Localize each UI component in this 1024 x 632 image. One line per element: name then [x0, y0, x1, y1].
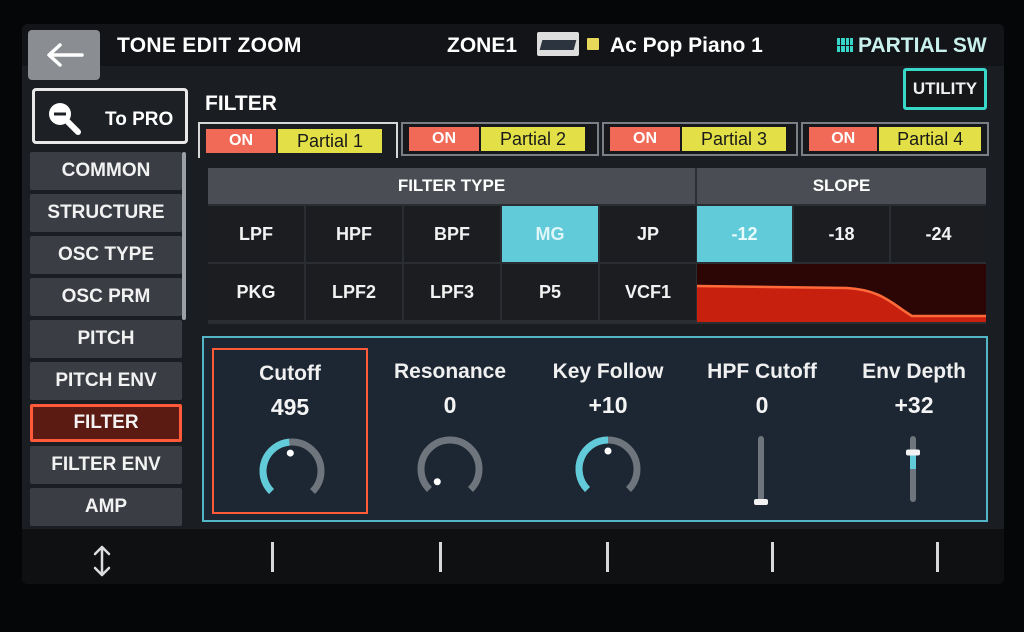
- partial-2-on[interactable]: ON: [409, 127, 479, 151]
- resonance-label: Resonance: [393, 360, 507, 383]
- slope-minus-24[interactable]: -24: [891, 206, 986, 262]
- back-button[interactable]: [28, 30, 100, 80]
- section-title: FILTER: [205, 92, 277, 115]
- encoder-marker-2: [439, 542, 442, 572]
- knob-pointer: [433, 478, 441, 486]
- header-bar: TONE EDIT ZOOM ZONE1 Ac Pop Piano 1 PART…: [22, 24, 1004, 66]
- hpf-cutoff-control[interactable]: HPF Cutoff 0: [684, 348, 840, 514]
- knob-pointer: [604, 447, 612, 455]
- resonance-knob[interactable]: [415, 434, 485, 504]
- slope-minus-12[interactable]: -12: [697, 206, 792, 262]
- cutoff-label: Cutoff: [259, 362, 321, 385]
- partial-1-on[interactable]: ON: [206, 129, 276, 153]
- filter-response-curve: [696, 264, 986, 322]
- env-depth-value: +32: [894, 392, 934, 418]
- encoder-marker-3: [606, 542, 609, 572]
- slope-header: SLOPE: [697, 168, 986, 204]
- cutoff-value: 495: [270, 394, 310, 420]
- partial-tab-1[interactable]: ON Partial 1: [198, 122, 398, 158]
- partial-tab-3[interactable]: ON Partial 3: [602, 122, 798, 156]
- filter-type-mg[interactable]: MG: [502, 206, 598, 262]
- parameter-panel: Cutoff 495 Resonance 0 Key Follow +10 HP…: [202, 336, 988, 522]
- to-pro-label: To PRO: [105, 109, 174, 130]
- to-pro-button[interactable]: To PRO: [32, 88, 188, 144]
- zoom-out-icon: [49, 103, 81, 135]
- sidebar-scrollbar[interactable]: [182, 152, 186, 320]
- sidebar-nav: COMMON STRUCTURE OSC TYPE OSC PRM PITCH …: [30, 152, 182, 530]
- filter-type-panel: FILTER TYPE SLOPE LPF HPF BPF MG JP PKG …: [208, 168, 986, 324]
- tone-category-icon: [537, 32, 579, 56]
- bottom-bar: [22, 529, 1004, 584]
- sidebar-item-osc-type[interactable]: OSC TYPE: [30, 236, 182, 274]
- filter-type-header: FILTER TYPE: [208, 168, 695, 204]
- scroll-updown-icon[interactable]: [92, 544, 112, 578]
- tone-bank-badge: [587, 38, 599, 50]
- hpf-cutoff-slider[interactable]: [754, 432, 768, 510]
- filter-type-lpf3[interactable]: LPF3: [404, 264, 500, 320]
- sidebar-item-filter-env[interactable]: FILTER ENV: [30, 446, 182, 484]
- sidebar-item-common[interactable]: COMMON: [30, 152, 182, 190]
- tone-name[interactable]: Ac Pop Piano 1: [610, 34, 763, 58]
- partial-tab-2[interactable]: ON Partial 2: [401, 122, 599, 156]
- key-follow-knob[interactable]: [573, 434, 643, 504]
- partial-sw-label[interactable]: PARTIAL SW: [858, 34, 987, 58]
- slope-minus-18[interactable]: -18: [794, 206, 889, 262]
- filter-type-hpf[interactable]: HPF: [306, 206, 402, 262]
- sidebar-item-filter[interactable]: FILTER: [30, 404, 182, 442]
- partial-4-name: Partial 4: [879, 127, 981, 151]
- env-depth-slider[interactable]: [906, 432, 920, 510]
- env-depth-control[interactable]: Env Depth +32: [836, 348, 992, 514]
- env-depth-label: Env Depth: [862, 360, 966, 383]
- encoder-marker-5: [936, 542, 939, 572]
- filter-type-lpf[interactable]: LPF: [208, 206, 304, 262]
- partial-1-name: Partial 1: [278, 129, 382, 153]
- resonance-value: 0: [443, 392, 457, 418]
- sidebar-item-pitch[interactable]: PITCH: [30, 320, 182, 358]
- encoder-marker-1: [271, 542, 274, 572]
- sidebar-item-amp[interactable]: AMP: [30, 488, 182, 526]
- sidebar-item-osc-prm[interactable]: OSC PRM: [30, 278, 182, 316]
- partial-2-name: Partial 2: [481, 127, 585, 151]
- slider-handle: [906, 449, 920, 456]
- partial-3-name: Partial 3: [682, 127, 786, 151]
- slider-handle: [754, 499, 768, 505]
- filter-type-bpf[interactable]: BPF: [404, 206, 500, 262]
- knob-pointer: [286, 449, 294, 457]
- partial-grid-icon: [837, 38, 853, 52]
- filter-type-p5[interactable]: P5: [502, 264, 598, 320]
- key-follow-control[interactable]: Key Follow +10: [530, 348, 686, 514]
- utility-button[interactable]: UTILITY: [903, 68, 987, 110]
- cutoff-control[interactable]: Cutoff 495: [212, 348, 368, 514]
- filter-type-pkg[interactable]: PKG: [208, 264, 304, 320]
- partial-4-on[interactable]: ON: [809, 127, 878, 151]
- zone-label: ZONE1: [447, 34, 518, 57]
- knob-level-arc: [259, 438, 290, 494]
- encoder-marker-4: [771, 542, 774, 572]
- key-follow-label: Key Follow: [552, 360, 664, 383]
- filter-type-vcf1[interactable]: VCF1: [600, 264, 696, 320]
- knob-level-arc: [575, 436, 609, 492]
- page-title: TONE EDIT ZOOM: [117, 34, 302, 57]
- resonance-control[interactable]: Resonance 0: [372, 348, 528, 514]
- filter-type-lpf2[interactable]: LPF2: [306, 264, 402, 320]
- hpf-cutoff-value: 0: [755, 392, 769, 418]
- partial-3-on[interactable]: ON: [610, 127, 680, 151]
- partial-tab-4[interactable]: ON Partial 4: [801, 122, 989, 156]
- sidebar-item-structure[interactable]: STRUCTURE: [30, 194, 182, 232]
- filter-type-jp[interactable]: JP: [600, 206, 696, 262]
- cutoff-knob[interactable]: [257, 436, 327, 506]
- tone-edit-screen: TONE EDIT ZOOM ZONE1 Ac Pop Piano 1 PART…: [22, 24, 1004, 584]
- sidebar-item-pitch-env[interactable]: PITCH ENV: [30, 362, 182, 400]
- hpf-cutoff-label: HPF Cutoff: [707, 360, 817, 383]
- back-arrow-icon: [47, 43, 84, 67]
- key-follow-value: +10: [588, 392, 628, 418]
